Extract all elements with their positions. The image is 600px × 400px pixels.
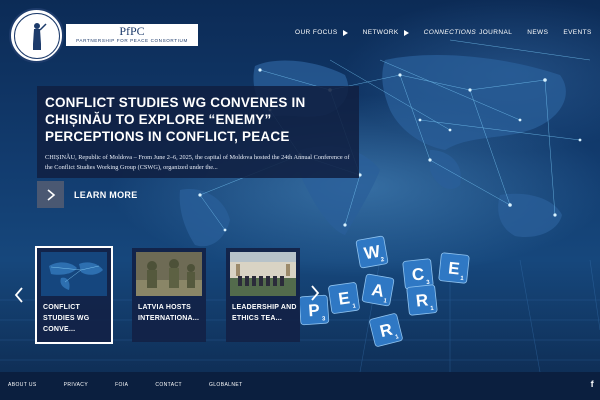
- tile-1-world-map-image: [41, 252, 107, 296]
- brand-logo[interactable]: PfPC PARTNERSHIP FOR PEACE CONSORTIUM: [66, 24, 198, 46]
- nav-our-focus-label: OUR FOCUS: [295, 29, 338, 36]
- tile-2-soldiers-image: [136, 252, 202, 296]
- tile-3-caption: LEADERSHIP AND ETHICS TEA...: [232, 304, 297, 322]
- footer-link-privacy[interactable]: PRIVACY: [64, 382, 88, 388]
- carousel-tile-3[interactable]: LEADERSHIP AND ETHICS TEA...: [226, 248, 300, 342]
- scrabble-tile: R1: [406, 284, 438, 316]
- nav-news[interactable]: NEWS: [527, 29, 548, 36]
- facebook-icon[interactable]: f: [591, 379, 594, 389]
- brand-full-name: PARTNERSHIP FOR PEACE CONSORTIUM: [76, 38, 188, 43]
- featured-story-excerpt: CHIȘINĂU, Republic of Moldova – From Jun…: [45, 154, 350, 171]
- featured-story-title[interactable]: CONFLICT STUDIES WG CONVENES IN CHIȘINĂU…: [45, 94, 345, 145]
- carousel-tile-1[interactable]: CONFLICT STUDIES WG CONVE...: [35, 246, 113, 344]
- scrabble-tile: C3: [402, 258, 434, 290]
- nav-journal[interactable]: CONNECTIONS JOURNAL: [424, 29, 513, 36]
- tile-3-group-photo-image: [230, 252, 296, 296]
- scrabble-letter: E: [447, 258, 460, 278]
- learn-more-label: LEARN MORE: [74, 189, 138, 200]
- tile-2-caption: LATVIA HOSTS INTERNATIONA...: [138, 304, 200, 322]
- hero-background: W2C3E1E1A1R1P3R1 PfPC PARTNERSHIP FOR PE…: [0, 0, 600, 372]
- featured-story-card: CONFLICT STUDIES WG CONVENES IN CHIȘINĂU…: [37, 86, 359, 178]
- carousel-next-button[interactable]: [310, 284, 320, 307]
- brand-abbr: PfPC: [119, 24, 145, 38]
- main-nav: OUR FOCUS NETWORK CONNECTIONS JOURNAL NEW…: [295, 29, 600, 36]
- footer-link-about-us[interactable]: ABOUT US: [8, 382, 37, 388]
- footer-links: ABOUT US PRIVACY FOIA CONTACT GLOBALNET: [8, 382, 270, 388]
- nav-network[interactable]: NETWORK: [363, 29, 409, 36]
- chevron-right-icon: [37, 181, 64, 208]
- arrow-right-icon: [342, 29, 348, 36]
- footer-link-foia[interactable]: FOIA: [115, 382, 128, 388]
- pfpc-seal-logo[interactable]: [9, 8, 64, 63]
- nav-journal-label: JOURNAL: [479, 29, 513, 36]
- scrabble-letter: C: [411, 264, 425, 284]
- nav-network-label: NETWORK: [362, 29, 399, 36]
- nav-events[interactable]: EVENTS: [563, 29, 591, 36]
- footer-link-globalnet[interactable]: GLOBALNET: [209, 382, 243, 388]
- carousel-prev-button[interactable]: [14, 286, 24, 309]
- statue-icon: [32, 22, 47, 50]
- scrabble-tile: E1: [438, 252, 470, 284]
- nav-journal-italic: CONNECTIONS: [423, 29, 477, 36]
- chevron-right-icon: [311, 285, 320, 301]
- chevron-left-icon: [14, 287, 23, 303]
- carousel-tile-2[interactable]: LATVIA HOSTS INTERNATIONA...: [132, 248, 206, 342]
- tile-1-caption: CONFLICT STUDIES WG CONVE...: [43, 304, 90, 333]
- learn-more-button[interactable]: LEARN MORE: [37, 181, 138, 208]
- scrabble-tile: W2: [355, 235, 389, 269]
- nav-our-focus[interactable]: OUR FOCUS: [295, 29, 348, 36]
- footer-link-contact[interactable]: CONTACT: [155, 382, 182, 388]
- arrow-right-icon: [403, 29, 409, 36]
- scrabble-tile: R1: [369, 313, 403, 347]
- site-footer: ABOUT US PRIVACY FOIA CONTACT GLOBALNET …: [0, 372, 600, 400]
- scrabble-tile: E1: [328, 282, 360, 314]
- scrabble-tile: A1: [361, 273, 395, 307]
- scrabble-letter: R: [415, 290, 429, 310]
